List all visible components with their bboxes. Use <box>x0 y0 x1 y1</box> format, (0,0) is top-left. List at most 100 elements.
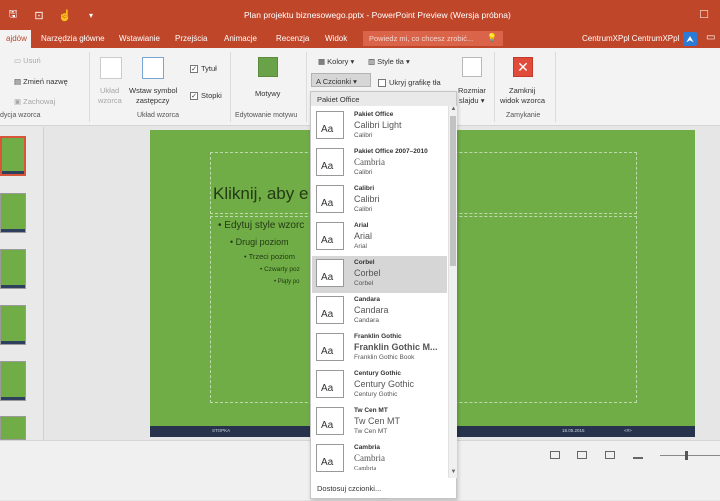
font-option-body: Tw Cen MT <box>354 428 388 435</box>
user-account-name[interactable]: CentrumXPpl CentrumXPpl <box>582 34 679 43</box>
tab-home[interactable]: Narzędzia główne <box>41 34 105 43</box>
group-separator <box>230 52 231 122</box>
group-label-edit-master: dycja wzorca <box>0 112 41 119</box>
fonts-dropdown: Pakiet Office Aa Pakiet Office Calibri L… <box>310 91 457 501</box>
font-option-body: Franklin Gothic Book <box>354 354 415 361</box>
fonts-button[interactable]: A Czcionki ▾ <box>316 77 357 86</box>
font-option-name: Pakiet Office <box>354 111 394 118</box>
layout-thumbnail[interactable] <box>0 249 26 289</box>
font-option-franklin-gothic[interactable]: Aa Franklin Gothic Franklin Gothic M... … <box>312 330 447 367</box>
font-option-calibri[interactable]: Aa Calibri Calibri Calibri <box>312 182 447 219</box>
footer-date: 18.05.2015 <box>562 428 585 433</box>
tab-transitions[interactable]: Przejścia <box>175 34 207 43</box>
hide-background-checkbox[interactable]: Ukryj grafikę tła <box>378 78 441 88</box>
scroll-down-arrow-icon[interactable]: ▼ <box>449 469 458 478</box>
insert-placeholder-button-line2: zastępczy <box>136 96 170 105</box>
font-option-name: Corbel <box>354 259 375 266</box>
reading-view-icon[interactable] <box>605 451 615 459</box>
slide-sorter-icon[interactable] <box>577 451 587 459</box>
font-preview-icon: Aa <box>316 296 344 324</box>
master-thumbnail[interactable] <box>0 136 26 176</box>
font-option-tw-cen-mt[interactable]: Aa Tw Cen MT Tw Cen MT Tw Cen MT <box>312 404 447 441</box>
delete-label: Usuń <box>23 56 41 65</box>
themes-button[interactable]: Motywy <box>255 89 280 98</box>
font-option-name: Franklin Gothic <box>354 333 402 340</box>
slideshow-icon[interactable] <box>633 451 643 459</box>
tab-view[interactable]: Widok <box>325 34 347 43</box>
title-checkbox[interactable]: ✓ Tytuł <box>190 64 217 74</box>
font-option-cambria[interactable]: Aa Cambria Cambria Cambria <box>312 441 447 478</box>
font-option-arial[interactable]: Aa Arial Arial Arial <box>312 219 447 256</box>
insert-placeholder-button[interactable]: Wstaw symbol <box>129 86 177 95</box>
group-label-close: Zamykanie <box>506 112 541 119</box>
tab-review[interactable]: Recenzja <box>276 34 309 43</box>
layout-thumbnail[interactable] <box>0 305 26 345</box>
customize-qat-icon[interactable]: ▾ <box>78 11 104 20</box>
restore-window-icon[interactable]: □ <box>700 6 708 21</box>
present-from-start-icon[interactable]: ⊡ <box>26 9 52 22</box>
slide-size-button-line2: slajdu ▾ <box>459 96 485 105</box>
font-option-candara[interactable]: Aa Candara Candara Candara <box>312 293 447 330</box>
bullet-level-5: • Piąty po <box>274 279 300 285</box>
font-option-corbel[interactable]: Aa Corbel Corbel Corbel <box>312 256 447 293</box>
font-option-name: Century Gothic <box>354 370 401 377</box>
resize-grip-icon[interactable]: ..... <box>379 495 387 501</box>
zoom-slider-handle[interactable] <box>685 451 688 460</box>
font-option-body: Calibri <box>354 132 373 139</box>
rename-button[interactable]: ▤ Zmień nazwę <box>14 77 68 86</box>
font-option-heading: Century Gothic <box>354 379 415 389</box>
tab-insert[interactable]: Wstawianie <box>119 34 160 43</box>
slide-size-icon <box>462 57 482 77</box>
background-styles-label: Style tła <box>377 57 404 66</box>
bullet-level-4: • Czwarty poz <box>260 266 300 273</box>
font-option-body: Cambria <box>354 465 377 472</box>
layout-thumbnail[interactable] <box>0 193 26 233</box>
font-option-heading: Cambria <box>354 157 385 167</box>
font-option-pakiet-office-2007[interactable]: Aa Pakiet Office 2007–2010 Cambria Calib… <box>312 145 447 182</box>
collapse-ribbon-icon[interactable]: ▭ <box>706 32 720 46</box>
font-preview-icon: Aa <box>316 111 344 139</box>
slide-size-button[interactable]: Rozmiar <box>458 86 486 95</box>
layout-thumbnail[interactable] <box>0 416 26 440</box>
tell-me-search-box[interactable]: Powiedz mi, co chcesz zrobić... 💡 <box>363 31 503 46</box>
tab-animations[interactable]: Animacje <box>224 34 257 43</box>
preserve-button[interactable]: ▣ Zachowaj <box>14 97 55 106</box>
footer-slide-number: <#> <box>624 428 632 433</box>
customize-fonts-link[interactable]: Dostosuj czcionki... <box>317 484 381 493</box>
background-styles-button[interactable]: ▥ Style tła ▾ <box>368 57 410 66</box>
font-preview-icon: Aa <box>316 259 344 287</box>
footers-checkbox[interactable]: ✓ Stopki <box>190 91 222 101</box>
tell-me-placeholder: Powiedz mi, co chcesz zrobić... <box>369 34 474 43</box>
close-master-view-button[interactable]: Zamknij <box>509 86 535 95</box>
delete-icon: ▭ <box>14 56 24 65</box>
font-preview-icon: Aa <box>316 370 344 398</box>
tab-slide-master[interactable]: ajdów <box>0 30 31 48</box>
zoom-slider[interactable] <box>660 455 720 456</box>
touch-mode-icon[interactable]: ☝ <box>52 9 78 22</box>
font-preview-icon: Aa <box>316 185 344 213</box>
share-icon[interactable]: ⮝ <box>683 32 697 46</box>
scrollbar-thumb[interactable] <box>450 116 456 266</box>
font-option-century-gothic[interactable]: Aa Century Gothic Century Gothic Century… <box>312 367 447 404</box>
themes-icon <box>258 57 278 77</box>
group-separator <box>306 52 307 122</box>
master-layout-button[interactable]: Układ <box>100 86 119 95</box>
dropdown-scrollbar[interactable]: ▲ ▼ <box>448 106 457 478</box>
quick-access-toolbar: 🖫 ⊡ ☝ ▾ <box>0 0 104 30</box>
delete-slide-button[interactable]: ▭ Usuń <box>14 56 41 65</box>
normal-view-icon[interactable] <box>550 451 560 459</box>
ribbon-tab-bar: ajdów Narzędzia główne Wstawianie Przejś… <box>0 30 720 48</box>
group-label-master-layout: Układ wzorca <box>137 112 180 119</box>
master-layout-icon <box>100 57 122 79</box>
rename-icon: ▤ <box>14 77 24 86</box>
scroll-up-arrow-icon[interactable]: ▲ <box>449 106 458 115</box>
save-icon[interactable]: 🖫 <box>0 7 26 24</box>
insert-placeholder-icon <box>142 57 164 79</box>
font-option-body: Century Gothic <box>354 391 398 398</box>
close-master-view-button-line2: widok wzorca <box>500 96 546 105</box>
font-preview-icon: Aa <box>316 444 344 472</box>
colors-button[interactable]: ▦ Kolory ▾ <box>318 57 354 66</box>
layout-thumbnail[interactable] <box>0 361 26 401</box>
font-option-pakiet-office[interactable]: Aa Pakiet Office Calibri Light Calibri <box>312 108 447 145</box>
font-option-name: Calibri <box>354 185 375 192</box>
